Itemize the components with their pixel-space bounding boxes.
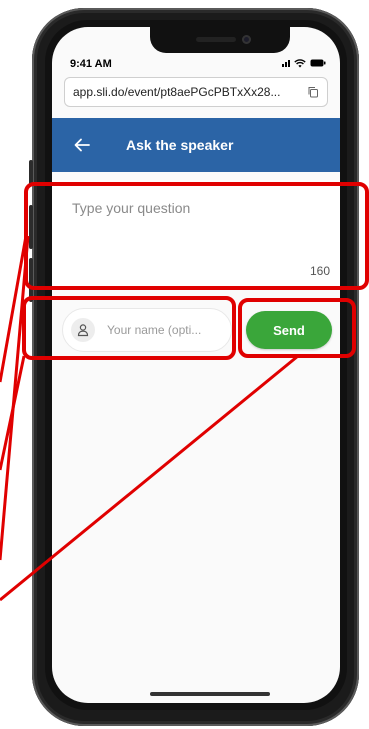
screenshot-canvas: 9:41 AM app.sli.do/event/pt8aePGcPBTxXx2… bbox=[0, 0, 369, 729]
annotation-box-name bbox=[22, 296, 236, 360]
phone-notch bbox=[150, 27, 290, 53]
browser-url-bar[interactable]: app.sli.do/event/pt8aePGcPBTxXx28... bbox=[64, 77, 328, 107]
copy-icon[interactable] bbox=[307, 86, 319, 98]
home-indicator bbox=[150, 692, 270, 696]
annotation-box-send bbox=[238, 298, 356, 358]
page-title: Ask the speaker bbox=[126, 137, 234, 153]
wifi-icon bbox=[294, 58, 306, 68]
arrow-left-icon[interactable] bbox=[72, 135, 92, 155]
pointer-line-question-2 bbox=[0, 235, 30, 561]
app-header: Ask the speaker bbox=[52, 118, 340, 172]
annotation-box-question bbox=[24, 182, 369, 290]
front-camera bbox=[242, 35, 251, 44]
cellular-signal-icon bbox=[282, 59, 290, 67]
status-icons bbox=[282, 57, 326, 69]
status-time: 9:41 AM bbox=[70, 58, 112, 70]
pointer-line-name bbox=[0, 355, 26, 471]
notch-speaker bbox=[196, 37, 236, 42]
url-text: app.sli.do/event/pt8aePGcPBTxXx28... bbox=[73, 85, 281, 99]
battery-icon bbox=[310, 59, 326, 67]
